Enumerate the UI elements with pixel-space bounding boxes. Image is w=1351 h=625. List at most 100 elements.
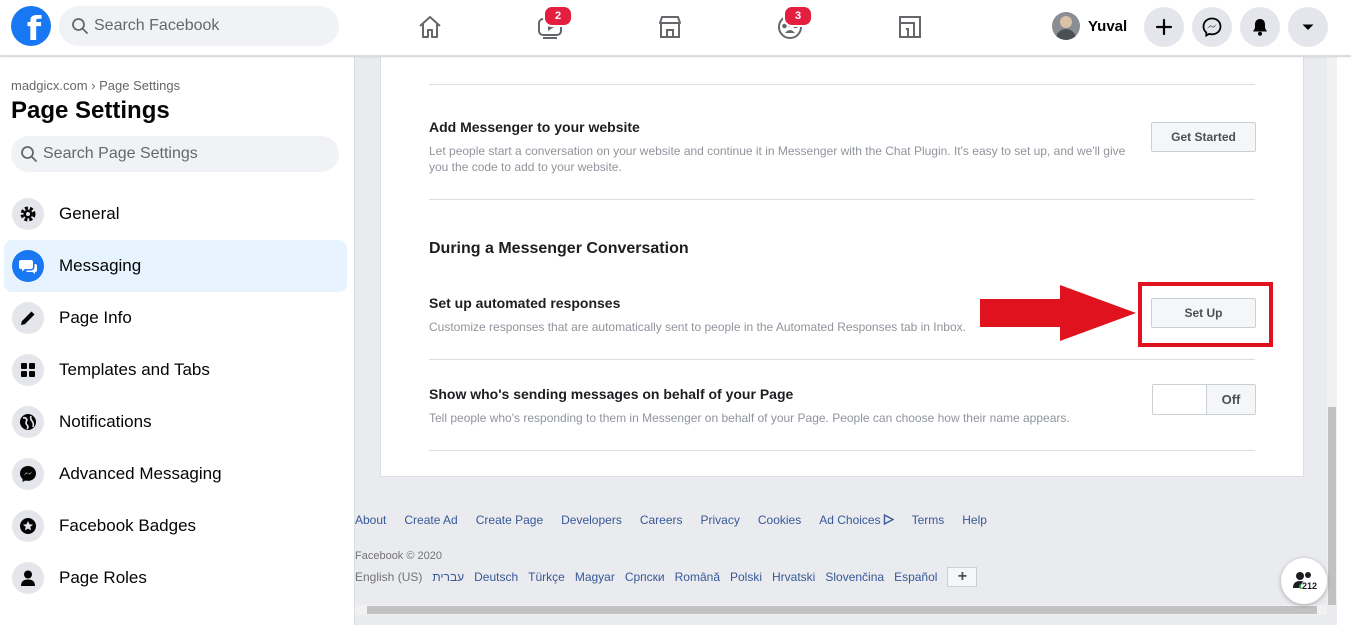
footer-link-cookies[interactable]: Cookies	[758, 513, 801, 527]
sidebar-item-label: General	[59, 204, 120, 223]
ad-choices-icon	[883, 513, 895, 526]
pages-feed-icon	[899, 16, 921, 38]
divider	[429, 84, 1255, 85]
divider	[429, 450, 1255, 451]
messenger-button[interactable]	[1192, 7, 1232, 47]
sidebar-item-templates-and-tabs[interactable]: Templates and Tabs	[4, 344, 347, 396]
add-messenger-title: Add Messenger to your website	[429, 119, 640, 135]
more-languages-button[interactable]: +	[947, 567, 978, 587]
grid-icon	[12, 354, 44, 386]
toggle-on-side[interactable]	[1153, 385, 1206, 414]
sidebar-item-page-info[interactable]: Page Info	[4, 292, 347, 344]
add-messenger-description: Let people start a conversation on your …	[429, 144, 1126, 174]
footer-link-developers[interactable]: Developers	[561, 513, 622, 527]
nav-home[interactable]	[410, 8, 450, 46]
page-settings-search[interactable]	[11, 136, 339, 172]
messaging-icon	[12, 250, 44, 282]
divider	[429, 359, 1255, 360]
language-link[interactable]: Српски	[625, 570, 665, 584]
behalf-title: Show who's sending messages on behalf of…	[429, 386, 794, 402]
search-icon	[72, 18, 88, 34]
online-count: 212	[1301, 581, 1319, 591]
behalf-toggle[interactable]: Off	[1152, 384, 1256, 415]
person-icon	[12, 562, 44, 594]
toggle-off-label[interactable]: Off	[1206, 385, 1255, 414]
sidebar-item-label: Page Roles	[59, 568, 147, 587]
breadcrumb[interactable]: madgicx.com › Page Settings	[11, 78, 180, 93]
footer-links: About Create Ad Create Page Developers C…	[355, 513, 1005, 527]
copyright: Facebook © 2020	[355, 550, 442, 562]
footer-link-create-page[interactable]: Create Page	[476, 513, 543, 527]
marketplace-icon	[659, 16, 681, 38]
messenger-icon	[12, 458, 44, 490]
vertical-scrollbar[interactable]	[1327, 57, 1337, 605]
behalf-description: Tell people who's responding to them in …	[429, 411, 1070, 425]
automated-responses-title: Set up automated responses	[429, 295, 621, 311]
nav-marketplace[interactable]	[650, 8, 690, 46]
facebook-search-input[interactable]	[94, 6, 324, 46]
facebook-logo-letter: f	[26, 9, 42, 46]
footer-link-about[interactable]: About	[355, 513, 386, 527]
settings-menu: General Messaging Page Info Templates an…	[4, 188, 347, 604]
language-link[interactable]: Español	[894, 570, 937, 584]
nav-gaming[interactable]	[890, 8, 930, 46]
profile-name: Yuval	[1088, 17, 1128, 35]
language-link[interactable]: Polski	[730, 570, 762, 584]
sidebar-item-page-roles[interactable]: Page Roles	[4, 552, 347, 604]
create-button[interactable]	[1144, 7, 1184, 47]
notifications-button[interactable]	[1240, 7, 1280, 47]
sidebar-item-general[interactable]: General	[4, 188, 347, 240]
nav-groups[interactable]: 3	[770, 5, 813, 46]
language-link[interactable]: Türkçe	[528, 570, 565, 584]
horizontal-scrollbar[interactable]	[355, 605, 1327, 615]
language-link[interactable]: Slovenčina	[825, 570, 884, 584]
profile-shortcut[interactable]: Yuval	[1052, 10, 1127, 42]
sidebar-item-label: Facebook Badges	[59, 516, 197, 535]
language-link[interactable]: Română	[675, 570, 720, 584]
avatar	[1052, 12, 1080, 40]
facebook-search[interactable]	[59, 6, 339, 46]
language-link[interactable]: עברית	[432, 570, 464, 584]
window-edge	[1337, 57, 1351, 625]
annotation-highlight-box	[1138, 282, 1273, 347]
groups-badge: 3	[783, 5, 813, 27]
sidebar-item-advanced-messaging[interactable]: Advanced Messaging	[4, 448, 347, 500]
account-menu-button[interactable]	[1288, 7, 1328, 47]
top-navigation-bar: f 2 3 Yuval	[0, 0, 1351, 56]
language-link[interactable]: Magyar	[575, 570, 615, 584]
vertical-scroll-thumb[interactable]	[1328, 407, 1336, 605]
facebook-logo[interactable]: f	[11, 6, 51, 46]
sidebar-item-label: Templates and Tabs	[59, 360, 210, 379]
bell-icon	[1253, 19, 1267, 36]
sidebar-item-label: Notifications	[59, 412, 152, 431]
ad-choices-label: Ad Choices	[819, 513, 881, 527]
pencil-icon	[12, 302, 44, 334]
get-started-button[interactable]: Get Started	[1151, 122, 1256, 152]
sidebar-item-label: Advanced Messaging	[59, 464, 222, 483]
gear-icon	[12, 198, 44, 230]
watch-badge: 2	[543, 5, 573, 27]
nav-watch[interactable]: 2	[530, 5, 573, 46]
footer-link-help[interactable]: Help	[962, 513, 987, 527]
messenger-icon	[1202, 17, 1222, 37]
language-link[interactable]: Deutsch	[474, 570, 518, 584]
footer-link-terms[interactable]: Terms	[912, 513, 945, 527]
language-selector: English (US) עברית Deutsch Türkçe Magyar…	[355, 567, 978, 587]
horizontal-scroll-thumb[interactable]	[367, 606, 1317, 614]
footer-link-careers[interactable]: Careers	[640, 513, 683, 527]
sidebar-item-label: Page Info	[59, 308, 132, 327]
badge-icon	[12, 510, 44, 542]
contacts-chat-button[interactable]: 212	[1281, 558, 1327, 604]
sidebar-item-facebook-badges[interactable]: Facebook Badges	[4, 500, 347, 552]
language-link[interactable]: Hrvatski	[772, 570, 815, 584]
footer-link-ad-choices[interactable]: Ad Choices	[819, 513, 895, 527]
globe-icon	[12, 406, 44, 438]
sidebar-item-notifications[interactable]: Notifications	[4, 396, 347, 448]
page-settings-search-input[interactable]	[43, 136, 323, 172]
page-settings-sidebar: madgicx.com › Page Settings Page Setting…	[0, 57, 355, 625]
footer-link-create-ad[interactable]: Create Ad	[404, 513, 457, 527]
footer-link-privacy[interactable]: Privacy	[701, 513, 740, 527]
messaging-settings-card: Add Messenger to your website Let people…	[380, 57, 1304, 477]
sidebar-item-messaging[interactable]: Messaging	[4, 240, 347, 292]
plus-icon	[1155, 18, 1173, 36]
